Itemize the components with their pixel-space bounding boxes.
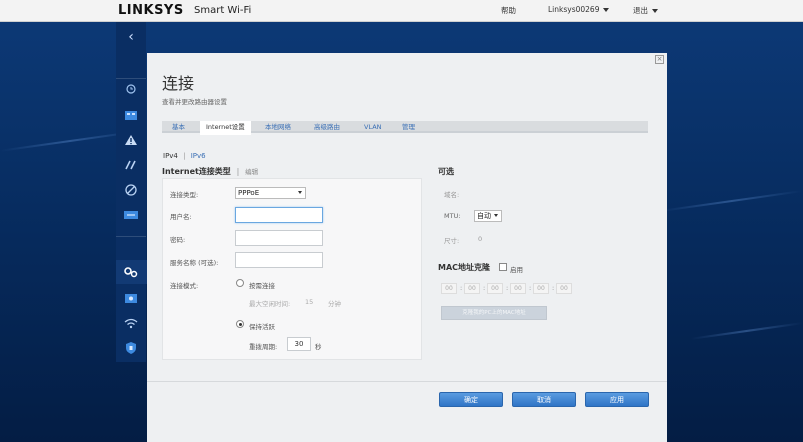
size-label: 尺寸: — [444, 237, 460, 245]
settings-gears-icon[interactable] — [120, 263, 142, 281]
optional-title: 可选 — [438, 167, 454, 176]
service-name-label: 服务名称 (可选): — [170, 259, 219, 267]
apply-button[interactable]: 应用 — [585, 392, 649, 407]
ipv6-link[interactable]: IPv6 — [191, 152, 206, 160]
tab-basic[interactable]: 基本 — [166, 121, 191, 133]
chevron-down-icon — [494, 214, 498, 217]
max-idle-label: 最大空闲时间: — [249, 300, 291, 308]
logout-label: 退出 — [633, 6, 648, 15]
ipv4-link[interactable]: IPv4 — [163, 152, 178, 160]
connection-mode-label: 连接模式: — [170, 282, 199, 290]
mac-segment-2[interactable]: 00 — [464, 283, 480, 294]
linksys-logo: LINKSYS — [118, 3, 184, 18]
mac-segment-5[interactable]: 00 — [533, 283, 549, 294]
tab-local-network[interactable]: 本地网络 — [259, 121, 297, 133]
password-input[interactable] — [235, 230, 323, 246]
ip-version-separator: | — [183, 152, 186, 160]
ok-button[interactable]: 确定 — [439, 392, 503, 407]
page-subtitle: 查看并更改路由器设置 — [162, 98, 227, 106]
help-link[interactable]: 帮助 — [501, 5, 516, 16]
redial-label: 重拨周期: — [249, 343, 278, 351]
mac-colon: : — [529, 284, 532, 292]
logout-menu[interactable]: 退出 — [633, 5, 658, 16]
sidebar-divider — [116, 236, 146, 237]
chevron-down-icon — [603, 8, 610, 12]
mac-segment-3[interactable]: 00 — [487, 283, 503, 294]
background-streak — [690, 322, 803, 340]
mac-segment-6[interactable]: 00 — [556, 283, 572, 294]
sidebar-divider — [116, 78, 146, 79]
tab-administration[interactable]: 管理 — [396, 121, 421, 133]
clone-mac-button[interactable]: 克隆我的PC上的MAC地址 — [441, 306, 547, 320]
top-bar: LINKSYS Smart Wi-Fi 帮助 Linksys00269 退出 — [0, 0, 803, 22]
title-separator: | — [236, 167, 240, 176]
shield-icon[interactable] — [120, 339, 142, 357]
tab-advanced-routing[interactable]: 高级路由 — [308, 121, 346, 133]
security-icon[interactable] — [120, 289, 142, 307]
tab-vlan[interactable]: VLAN — [358, 121, 388, 133]
mtu-label: MTU: — [444, 212, 461, 220]
chevron-left-icon[interactable]: ‹ — [116, 26, 146, 48]
keep-alive-label: 保持活跃 — [249, 323, 275, 331]
domain-label: 域名: — [444, 191, 460, 199]
max-idle-value[interactable]: 15 — [305, 298, 313, 306]
mac-colon: : — [460, 284, 463, 292]
mac-segment-1[interactable]: 00 — [441, 283, 457, 294]
on-demand-radio[interactable] — [236, 279, 244, 287]
network-map-icon[interactable] — [120, 106, 142, 124]
size-value: 0 — [478, 235, 483, 243]
footer-divider — [147, 381, 667, 382]
page-title: 连接 — [162, 74, 195, 93]
mac-colon: : — [506, 284, 509, 292]
redial-input[interactable]: 30 — [287, 337, 311, 351]
mtu-value: 自动 — [477, 212, 491, 220]
router-name-menu[interactable]: Linksys00269 — [548, 5, 610, 14]
username-label: 用户名: — [170, 213, 192, 221]
chevron-down-icon — [652, 9, 658, 13]
warning-icon[interactable] — [120, 131, 142, 149]
connectivity-icon[interactable] — [120, 156, 142, 174]
internet-type-form — [162, 178, 422, 360]
connection-type-select[interactable]: PPPoE — [235, 187, 306, 199]
service-name-input[interactable] — [235, 252, 323, 268]
wifi-icon[interactable] — [120, 314, 142, 332]
edit-link[interactable]: 编辑 — [245, 168, 258, 176]
mac-colon: : — [483, 284, 486, 292]
mac-clone-checkbox[interactable] — [499, 263, 507, 271]
close-icon[interactable]: × — [655, 55, 664, 64]
internet-type-title: Internet连接类型 | 编辑 — [162, 166, 258, 177]
mtu-select[interactable]: 自动 — [474, 210, 502, 222]
on-demand-label: 按需连接 — [249, 282, 275, 290]
cancel-button[interactable]: 取消 — [512, 392, 576, 407]
mac-clone-title: MAC地址克隆 — [438, 263, 491, 272]
tab-internet-settings[interactable]: Internet设置 — [200, 121, 251, 135]
mac-clone-enable-label: 启用 — [510, 266, 523, 274]
router-name: Linksys00269 — [548, 5, 600, 14]
router-clock-icon[interactable] — [120, 80, 142, 98]
media-icon[interactable] — [120, 206, 142, 224]
chevron-down-icon — [298, 191, 302, 194]
background-streak — [660, 190, 803, 212]
username-input[interactable] — [235, 207, 323, 223]
max-idle-unit: 分钟 — [328, 300, 341, 308]
internet-type-heading: Internet连接类型 — [162, 167, 231, 176]
ip-version-switch: IPv4 | IPv6 — [163, 152, 206, 160]
redial-unit: 秒 — [315, 343, 322, 351]
mac-colon: : — [552, 284, 555, 292]
parental-icon[interactable] — [120, 181, 142, 199]
password-label: 密码: — [170, 236, 186, 244]
connection-type-label: 连接类型: — [170, 191, 199, 199]
connection-type-value: PPPoE — [238, 189, 260, 197]
mac-segment-4[interactable]: 00 — [510, 283, 526, 294]
product-name: Smart Wi-Fi — [194, 5, 252, 16]
keep-alive-radio[interactable] — [236, 320, 244, 328]
